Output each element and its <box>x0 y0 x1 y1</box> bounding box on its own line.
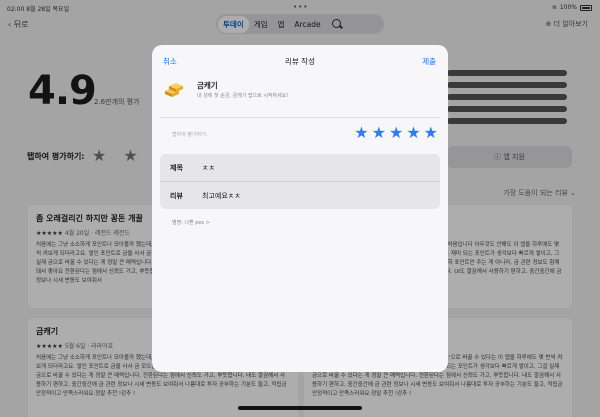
write-review-sheet: 취소 리뷰 작성 제출 금캐기 내 성에 첫 순금, 금캐기 앱으로 시작하세요… <box>152 45 448 372</box>
review-field[interactable]: 리뷰 최고예요ㅊㅊ <box>160 182 440 209</box>
review-input[interactable]: 최고예요ㅊㅊ <box>202 191 241 201</box>
star-icon[interactable]: ★ <box>389 125 403 141</box>
nickname-link[interactable]: 별명: 나쁜 pes > <box>172 219 210 226</box>
submit-button[interactable]: 제출 <box>422 56 436 67</box>
star-icon[interactable]: ★ <box>372 125 386 141</box>
review-field-label: 리뷰 <box>170 192 183 200</box>
rate-label: 탭하여 평가하기: <box>172 132 208 138</box>
review-form: 제목 ㅊㅊ 리뷰 최고예요ㅊㅊ <box>160 154 440 209</box>
home-indicator[interactable] <box>238 406 362 410</box>
gold-bars-app-icon <box>165 83 183 97</box>
star-icon[interactable]: ★ <box>406 125 420 141</box>
title-input[interactable]: ㅊㅊ <box>202 163 215 173</box>
title-field-label: 제목 <box>170 164 183 172</box>
app-name: 금캐기 <box>197 81 218 90</box>
sheet-title: 리뷰 작성 <box>285 57 315 66</box>
app-subtitle: 내 성에 첫 순금, 금캐기 앱으로 시작하세요! <box>197 93 289 99</box>
star-icon[interactable]: ★ <box>354 125 368 141</box>
star-rating-control[interactable]: ★ ★ ★ ★ ★ <box>354 125 438 141</box>
star-icon[interactable]: ★ <box>424 125 438 141</box>
divider <box>160 117 440 118</box>
title-field[interactable]: 제목 ㅊㅊ <box>160 154 440 181</box>
